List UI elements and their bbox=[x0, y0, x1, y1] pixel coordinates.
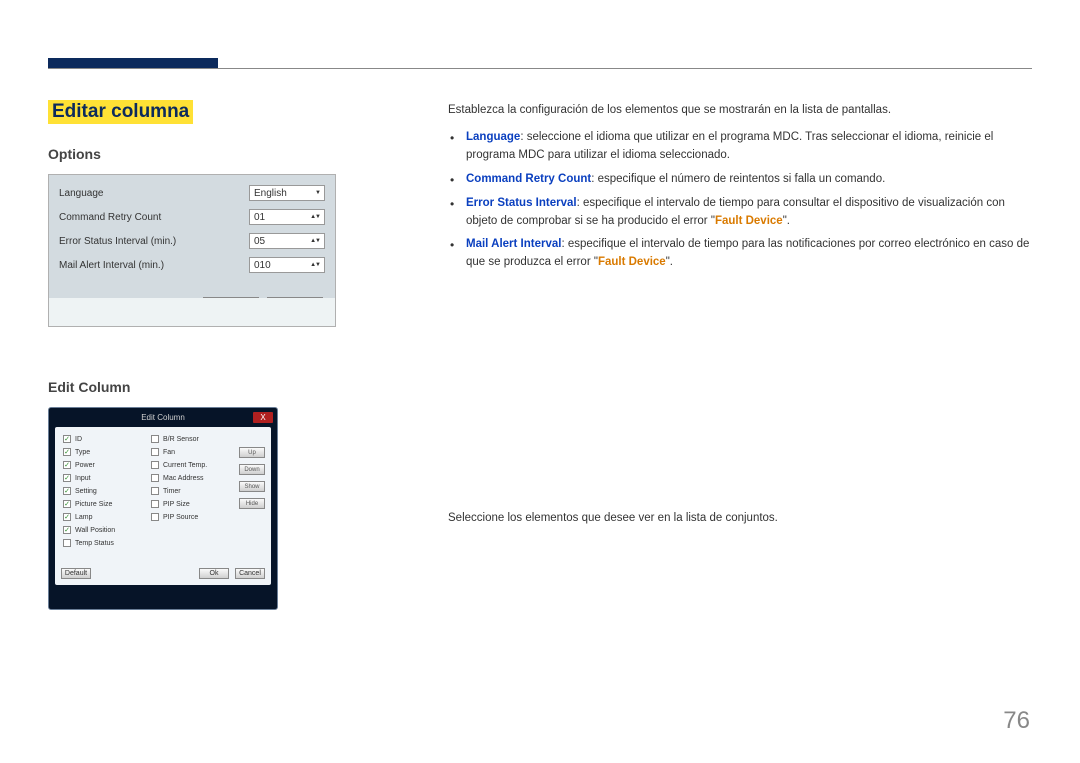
options-subheading: Options bbox=[48, 146, 388, 162]
checkbox-label: PIP Size bbox=[163, 501, 190, 508]
checkbox-icon[interactable] bbox=[151, 474, 159, 482]
close-icon[interactable]: X bbox=[253, 412, 273, 423]
checkbox-item[interactable]: ✓ ID bbox=[63, 435, 135, 443]
checkbox-label: Mac Address bbox=[163, 475, 203, 482]
checkbox-item[interactable]: Fan bbox=[151, 448, 223, 456]
number-spinner[interactable]: 05▲▼ bbox=[249, 233, 325, 249]
checkbox-icon[interactable]: ✓ bbox=[63, 448, 71, 456]
checkbox-item[interactable]: Mac Address bbox=[151, 474, 223, 482]
checkbox-item[interactable]: PIP Size bbox=[151, 500, 223, 508]
term-label: Error Status Interval bbox=[466, 197, 577, 209]
options-description-list: Language: seleccione el idioma que utili… bbox=[448, 129, 1032, 272]
checkbox-label: Picture Size bbox=[75, 501, 112, 508]
checkbox-label: ID bbox=[75, 436, 82, 443]
editcolumn-description: Seleccione los elementos que desee ver e… bbox=[448, 512, 1032, 524]
description-item: Command Retry Count: especifique el núme… bbox=[462, 171, 1032, 189]
editcolumn-dialog: Edit Column X ✓ ID ✓ Type ✓ Power ✓ Input ✓ Setti… bbox=[48, 407, 278, 610]
description-item: Mail Alert Interval: especifique el inte… bbox=[462, 236, 1032, 272]
options-intro-text: Establezca la configuración de los eleme… bbox=[448, 102, 1032, 119]
checkbox-label: Lamp bbox=[75, 514, 93, 521]
description-item: Language: seleccione el idioma que utili… bbox=[462, 129, 1032, 165]
options-row: Command Retry Count01▲▼ bbox=[49, 205, 335, 229]
checkbox-item[interactable]: B/R Sensor bbox=[151, 435, 223, 443]
default-button[interactable]: Default bbox=[61, 568, 91, 579]
term-label: Language bbox=[466, 131, 520, 143]
checkbox-label: Temp Status bbox=[75, 540, 114, 547]
ok-button[interactable]: Ok bbox=[199, 568, 229, 579]
checkbox-icon[interactable]: ✓ bbox=[63, 526, 71, 534]
number-spinner[interactable]: 010▲▼ bbox=[249, 257, 325, 273]
options-row-label: Error Status Interval (min.) bbox=[59, 236, 249, 247]
chevron-down-icon[interactable]: ▼ bbox=[315, 190, 320, 196]
down-button[interactable]: Down bbox=[239, 464, 265, 475]
editcolumn-title: Edit Column bbox=[141, 413, 185, 422]
checkbox-label: PIP Source bbox=[163, 514, 198, 521]
checkbox-icon[interactable]: ✓ bbox=[63, 500, 71, 508]
options-bottom-strip bbox=[49, 298, 335, 326]
checkbox-item[interactable]: ✓ Wall Position bbox=[63, 526, 135, 534]
checkbox-icon[interactable]: ✓ bbox=[63, 435, 71, 443]
dropdown-input[interactable]: English▼ bbox=[249, 185, 325, 201]
spinner-arrows-icon[interactable]: ▲▼ bbox=[310, 238, 320, 244]
checkbox-item[interactable]: Current Temp. bbox=[151, 461, 223, 469]
checkbox-icon[interactable] bbox=[151, 461, 159, 469]
term-label: Command Retry Count bbox=[466, 173, 591, 185]
checkbox-icon[interactable] bbox=[151, 448, 159, 456]
main-heading: Editar columna bbox=[48, 100, 193, 124]
cancel-button[interactable]: Cancel bbox=[235, 568, 265, 579]
checkbox-item[interactable]: Temp Status bbox=[63, 539, 135, 547]
checkbox-item[interactable]: PIP Source bbox=[151, 513, 223, 521]
checkbox-label: Fan bbox=[163, 449, 175, 456]
header-rule bbox=[48, 68, 1032, 69]
checkbox-label: Type bbox=[75, 449, 90, 456]
options-row-label: Mail Alert Interval (min.) bbox=[59, 260, 249, 271]
checkbox-label: Wall Position bbox=[75, 527, 115, 534]
checkbox-item[interactable]: ✓ Type bbox=[63, 448, 135, 456]
checkbox-icon[interactable]: ✓ bbox=[63, 461, 71, 469]
editcolumn-subheading: Edit Column bbox=[48, 379, 388, 395]
checkbox-icon[interactable] bbox=[151, 500, 159, 508]
checkbox-item[interactable]: ✓ Input bbox=[63, 474, 135, 482]
spinner-arrows-icon[interactable]: ▲▼ bbox=[310, 262, 320, 268]
options-row: Mail Alert Interval (min.)010▲▼ bbox=[49, 253, 335, 277]
checkbox-item[interactable]: ✓ Setting bbox=[63, 487, 135, 495]
checkbox-icon[interactable]: ✓ bbox=[63, 513, 71, 521]
checkbox-item[interactable]: Timer bbox=[151, 487, 223, 495]
options-dialog: LanguageEnglish▼Command Retry Count01▲▼E… bbox=[48, 174, 336, 327]
description-item: Error Status Interval: especifique el in… bbox=[462, 195, 1032, 231]
checkbox-label: Power bbox=[75, 462, 95, 469]
checkbox-label: Timer bbox=[163, 488, 181, 495]
spinner-arrows-icon[interactable]: ▲▼ bbox=[310, 214, 320, 220]
options-row: LanguageEnglish▼ bbox=[49, 175, 335, 205]
show-button[interactable]: Show bbox=[239, 481, 265, 492]
checkbox-icon[interactable] bbox=[151, 513, 159, 521]
checkbox-item[interactable]: ✓ Picture Size bbox=[63, 500, 135, 508]
checkbox-icon[interactable] bbox=[151, 435, 159, 443]
checkbox-label: Current Temp. bbox=[163, 462, 207, 469]
checkbox-icon[interactable] bbox=[151, 487, 159, 495]
up-button[interactable]: Up bbox=[239, 447, 265, 458]
options-row-label: Language bbox=[59, 188, 249, 199]
checkbox-icon[interactable]: ✓ bbox=[63, 487, 71, 495]
checkbox-icon[interactable] bbox=[63, 539, 71, 547]
options-row-label: Command Retry Count bbox=[59, 212, 249, 223]
fault-device-term: Fault Device bbox=[715, 215, 783, 227]
checkbox-label: B/R Sensor bbox=[163, 436, 199, 443]
options-row: Error Status Interval (min.)05▲▼ bbox=[49, 229, 335, 253]
checkbox-item[interactable]: ✓ Lamp bbox=[63, 513, 135, 521]
hide-button[interactable]: Hide bbox=[239, 498, 265, 509]
checkbox-label: Input bbox=[75, 475, 91, 482]
number-spinner[interactable]: 01▲▼ bbox=[249, 209, 325, 225]
fault-device-term: Fault Device bbox=[598, 256, 666, 268]
page-number: 76 bbox=[1003, 707, 1030, 735]
checkbox-label: Setting bbox=[75, 488, 97, 495]
checkbox-icon[interactable]: ✓ bbox=[63, 474, 71, 482]
checkbox-item[interactable]: ✓ Power bbox=[63, 461, 135, 469]
term-label: Mail Alert Interval bbox=[466, 238, 561, 250]
